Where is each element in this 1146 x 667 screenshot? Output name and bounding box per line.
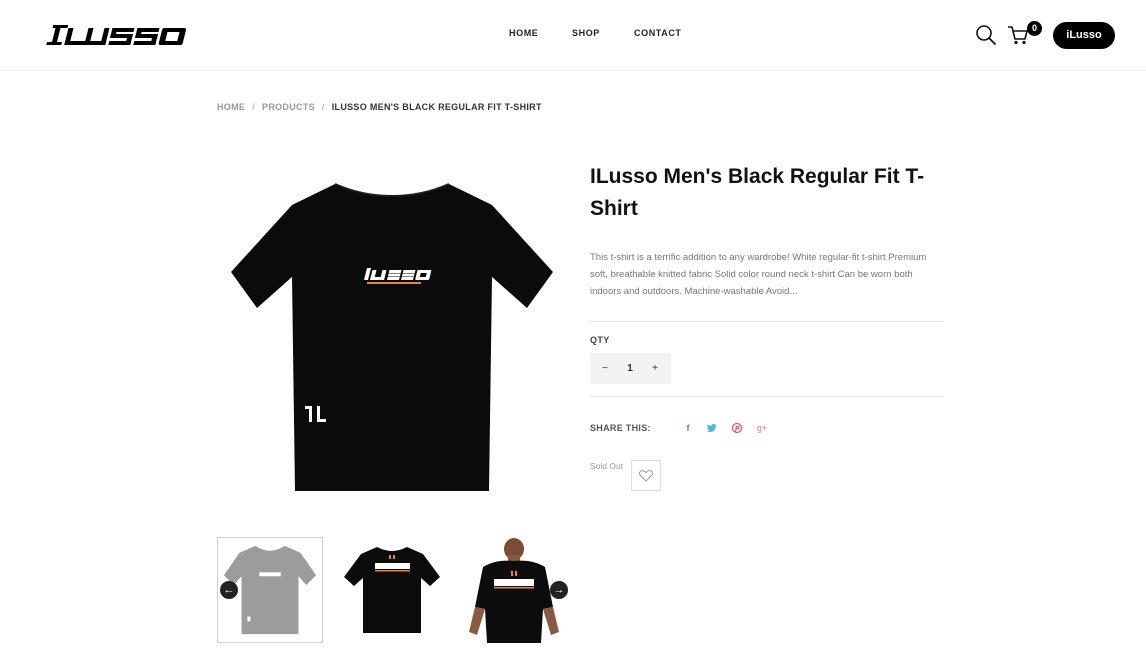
breadcrumb-products[interactable]: PRODUCTS (262, 102, 315, 112)
google-plus-icon[interactable]: g+ (756, 422, 768, 434)
product-thumbnails: ← → (217, 537, 568, 643)
breadcrumb-current: ILUSSO MEN'S BLACK REGULAR FIT T-SHIRT (331, 102, 542, 112)
breadcrumb-separator: / (321, 102, 325, 112)
quantity-increase-button[interactable]: + (648, 353, 662, 384)
breadcrumb: HOME / PRODUCTS / ILUSSO MEN'S BLACK REGULAR… (217, 102, 542, 112)
quantity-stepper: − 1 + (590, 353, 671, 384)
facebook-icon[interactable]: f (682, 422, 694, 434)
quantity-decrease-button[interactable]: − (598, 353, 612, 384)
stock-status: Sold Out (590, 461, 624, 471)
site-header: HOME SHOP CONTACT 0 iLusso (0, 0, 1146, 71)
divider (590, 321, 944, 322)
quantity-value[interactable]: 1 (623, 353, 637, 384)
nav-contact[interactable]: CONTACT (634, 28, 682, 38)
product-main-image[interactable] (217, 160, 567, 510)
wishlist-button[interactable] (631, 460, 661, 491)
account-button[interactable]: iLusso (1053, 22, 1115, 49)
breadcrumb-home[interactable]: HOME (217, 102, 245, 112)
cart-icon[interactable] (1007, 24, 1029, 46)
share-label: SHARE THIS: (590, 423, 651, 433)
quantity-label: QTY (590, 335, 610, 345)
nav-home[interactable]: HOME (509, 28, 538, 38)
pinterest-icon[interactable] (731, 422, 743, 434)
breadcrumb-separator: / (252, 102, 256, 112)
divider (590, 396, 944, 397)
cart-count-badge: 0 (1027, 21, 1042, 36)
nav-shop[interactable]: SHOP (572, 28, 600, 38)
thumbnail-black-tshirt-back[interactable] (339, 537, 445, 643)
gallery-next-arrow[interactable]: → (550, 581, 568, 599)
gallery-prev-arrow[interactable]: ← (220, 581, 238, 599)
heart-icon (639, 470, 653, 482)
search-icon[interactable] (975, 24, 997, 46)
product-title: ILusso Men's Black Regular Fit T-Shirt (590, 165, 925, 220)
twitter-icon[interactable] (706, 422, 718, 434)
product-description: This t-shirt is a terrific addition to a… (590, 252, 927, 297)
